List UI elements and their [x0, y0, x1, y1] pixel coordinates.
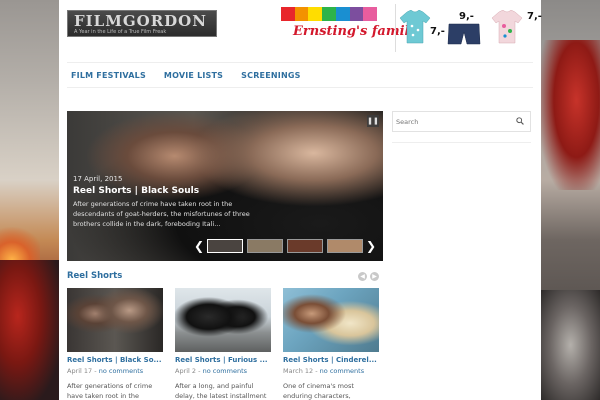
- shirt-product-icon: [399, 10, 431, 44]
- site-logo[interactable]: FILMGORDON A Year in the Life of a True …: [67, 10, 217, 37]
- post-meta: March 12 - no comments: [283, 367, 379, 375]
- meta-separator: -: [315, 367, 318, 375]
- post-date: April 2: [175, 367, 197, 375]
- slide-excerpt: After generations of crime have taken ro…: [73, 200, 250, 228]
- shorts-product-icon: [447, 23, 481, 45]
- meta-separator: -: [198, 367, 201, 375]
- post-excerpt: One of cinema's most enduring characters…: [283, 382, 354, 400]
- search-box: [392, 111, 531, 132]
- post-thumbnail[interactable]: [175, 288, 271, 352]
- slider-thumbnail[interactable]: [247, 239, 283, 253]
- post-thumbnail[interactable]: [67, 288, 163, 352]
- ad-price-1: 7,-: [430, 26, 445, 37]
- post-card: Reel Shorts | Furious ... April 2 - no c…: [175, 288, 271, 400]
- ad-price-3: 7,-: [527, 11, 542, 22]
- post-excerpt: After a long, and painful delay, the lat…: [175, 382, 267, 400]
- search-icon[interactable]: [516, 117, 524, 125]
- section-title[interactable]: Reel Shorts: [67, 271, 122, 281]
- chevron-right-icon[interactable]: ❯: [365, 239, 377, 253]
- slider-thumbnail[interactable]: [327, 239, 363, 253]
- post-meta: April 17 - no comments: [67, 367, 163, 375]
- nav-item-screenings[interactable]: SCREENINGS: [241, 71, 300, 80]
- post-card: Reel Shorts | Cinderel... March 12 - no …: [283, 288, 379, 400]
- shirt-product-icon: [491, 10, 523, 44]
- ad-divider: [395, 4, 396, 52]
- ad-price-2: 9,-: [459, 11, 474, 22]
- logo-title: FILMGORDON: [74, 12, 207, 30]
- post-comments-link[interactable]: no comments: [99, 367, 143, 375]
- search-input[interactable]: [396, 116, 506, 128]
- post-title[interactable]: Reel Shorts | Black So...: [67, 356, 163, 364]
- slide-date: 17 April, 2015: [73, 175, 123, 183]
- slide-title[interactable]: Reel Shorts | Black Souls: [73, 186, 261, 196]
- post-thumbnail[interactable]: [283, 288, 379, 352]
- background-armor-detail: [541, 290, 600, 400]
- nav-item-movie-lists[interactable]: MOVIE LISTS: [164, 71, 223, 80]
- background-hero-figure: [0, 260, 59, 400]
- sidebar-divider: [392, 142, 531, 143]
- meta-separator: -: [94, 367, 97, 375]
- slider-thumbnail[interactable]: [287, 239, 323, 253]
- page-container: FILMGORDON A Year in the Life of a True …: [59, 0, 542, 400]
- post-excerpt: After generations of crime have taken ro…: [67, 382, 153, 400]
- background-art-left: [0, 0, 59, 400]
- logo-tagline: A Year in the Life of a True Film Freak: [74, 29, 167, 35]
- slide-caption: 17 April, 2015 Reel Shorts | Black Souls…: [67, 171, 267, 233]
- post-comments-link[interactable]: no comments: [320, 367, 364, 375]
- post-title[interactable]: Reel Shorts | Cinderel...: [283, 356, 379, 364]
- post-comments-link[interactable]: no comments: [203, 367, 247, 375]
- site-header: FILMGORDON A Year in the Life of a True …: [59, 0, 542, 58]
- chevron-left-icon[interactable]: ◀: [358, 272, 367, 281]
- background-art-right: [541, 0, 600, 400]
- pause-icon[interactable]: ❚❚: [367, 115, 379, 127]
- post-meta: April 2 - no comments: [175, 367, 271, 375]
- slider-thumbnail[interactable]: [207, 239, 243, 253]
- main-navigation: FILM FESTIVALS MOVIE LISTS SCREENINGS: [67, 62, 533, 88]
- post-date: March 12: [283, 367, 314, 375]
- post-date: April 17: [67, 367, 93, 375]
- post-title[interactable]: Reel Shorts | Furious ...: [175, 356, 271, 364]
- advertisement-banner[interactable]: Ernsting's family 7,- 9,- 7,-: [281, 4, 542, 52]
- ad-brand-stripes: [281, 7, 378, 21]
- chevron-right-icon[interactable]: ▶: [370, 272, 379, 281]
- slider-thumbnails: ❮ ❯: [193, 236, 377, 256]
- background-armor-figure: [541, 40, 600, 190]
- featured-slider[interactable]: ❚❚ 17 April, 2015 Reel Shorts | Black So…: [67, 111, 383, 261]
- nav-item-film-festivals[interactable]: FILM FESTIVALS: [71, 71, 146, 80]
- chevron-left-icon[interactable]: ❮: [193, 239, 205, 253]
- post-card: Reel Shorts | Black So... April 17 - no …: [67, 288, 163, 400]
